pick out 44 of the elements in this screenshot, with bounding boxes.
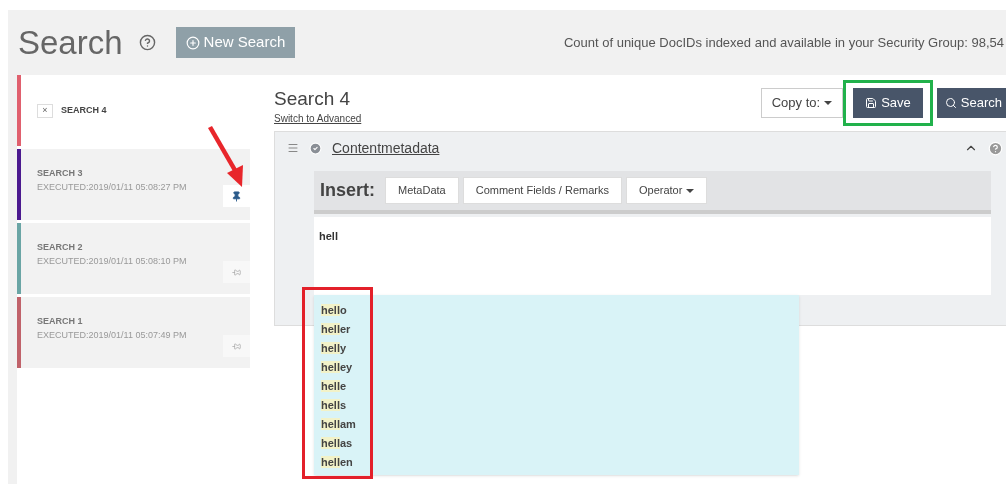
search-name: SEARCH 1: [37, 315, 84, 328]
field-name-link[interactable]: Contentmetadata: [332, 137, 440, 159]
pin-icon: [232, 341, 241, 351]
suggestion-item[interactable]: hells: [321, 396, 799, 415]
search-title: Search 4: [274, 87, 352, 111]
pin-icon: [231, 190, 242, 202]
search-name: SEARCH 2: [37, 241, 84, 254]
count-text: Count of unique DocIDs indexed and available in your Security Group: 98,54: [563, 33, 1005, 52]
insert-button[interactable]: MetaData: [385, 177, 459, 204]
query-field[interactable]: hell: [314, 217, 991, 295]
insert-label: Insert:: [320, 179, 375, 202]
caret-icon: [824, 101, 833, 105]
copy-to-dropdown[interactable]: Copy to:: [760, 88, 844, 118]
suggestion-item[interactable]: hellas: [321, 434, 799, 453]
help-icon[interactable]: [138, 34, 156, 51]
switch-advanced-link[interactable]: Switch to Advanced: [274, 110, 362, 126]
search-name: SEARCH 3: [37, 167, 84, 180]
search-history-item[interactable]: SEARCH 1 EXECUTED:2019/01/11 05:07:49 PM: [17, 297, 250, 368]
save-icon: [865, 97, 878, 109]
drag-handle-icon[interactable]: [287, 142, 299, 154]
insert-button[interactable]: Comment Fields / Remarks: [462, 177, 622, 204]
search-name: SEARCH 4: [61, 103, 107, 117]
close-button[interactable]: ×: [37, 103, 53, 118]
executed-time: EXECUTED:2019/01/11 05:07:49 PM: [37, 328, 187, 342]
suggestion-item[interactable]: heller: [321, 320, 799, 339]
plus-icon: [185, 35, 200, 50]
suggestion-item[interactable]: hellen: [321, 453, 799, 472]
suggestion-item[interactable]: helly: [321, 339, 799, 358]
pin-icon: [232, 267, 241, 277]
executed-time: EXECUTED:2019/01/11 05:08:27 PM: [37, 180, 187, 194]
insert-button[interactable]: Operator: [626, 177, 708, 204]
executed-time: EXECUTED:2019/01/11 05:08:10 PM: [37, 254, 187, 268]
pin-button[interactable]: [223, 185, 250, 207]
check-icon: [309, 141, 322, 155]
page-title: Search: [18, 22, 123, 63]
suggestion-item[interactable]: hello: [321, 301, 799, 320]
suggestion-item[interactable]: hellam: [321, 415, 799, 434]
search-history-item[interactable]: SEARCH 3 EXECUTED:2019/01/11 05:08:27 PM: [17, 149, 250, 220]
suggestion-item[interactable]: helley: [321, 358, 799, 377]
search-history-item[interactable]: SEARCH 2 EXECUTED:2019/01/11 05:08:10 PM: [17, 223, 250, 294]
suggestion-item[interactable]: helle: [321, 377, 799, 396]
search-button[interactable]: Search: [936, 88, 1006, 118]
search-icon: [944, 97, 957, 109]
save-button[interactable]: Save: [853, 88, 923, 118]
